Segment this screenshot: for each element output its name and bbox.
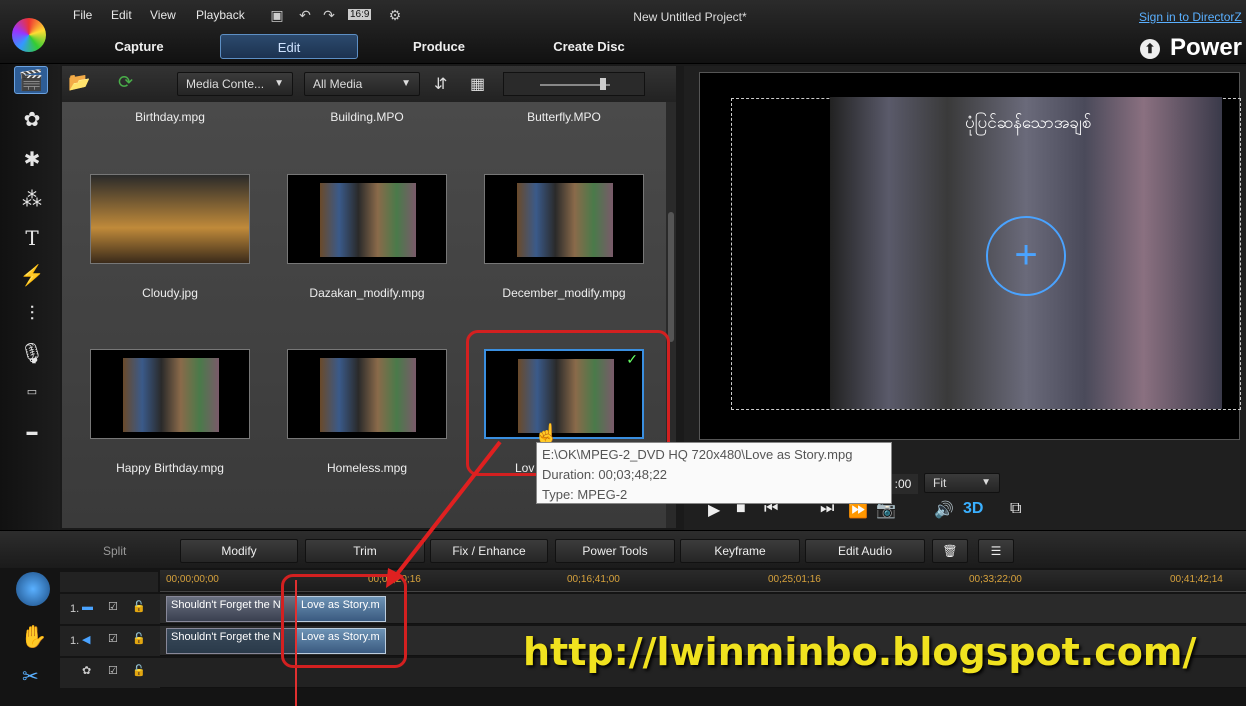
voice-over-icon[interactable]: 🎙 <box>18 340 46 368</box>
ruler-label: 00;00;00;00 <box>166 574 219 585</box>
save-icon[interactable]: ▣ <box>268 6 286 24</box>
media-caption: Cloudy.jpg <box>142 286 198 300</box>
undock-icon[interactable]: ⧉ <box>1010 500 1021 518</box>
timeline-mode-icon[interactable] <box>16 572 50 606</box>
lock-icon[interactable]: 🔓 <box>132 632 146 645</box>
media-thumbnail[interactable] <box>90 349 250 439</box>
window-title: New Untitled Project* <box>633 10 747 24</box>
grid-view-icon[interactable]: ▦ <box>470 74 485 94</box>
media-caption: Butterfly.MPO <box>527 110 601 124</box>
tooltip-duration: Duration: 00;03;48;22 <box>542 467 668 482</box>
redo-icon[interactable]: ↷ <box>320 6 338 24</box>
media-thumbnail[interactable] <box>287 349 447 439</box>
particle-room-icon[interactable]: ⁂ <box>18 186 46 214</box>
audio-track-header: 1. ◀ ☑ 🔓 <box>60 626 160 656</box>
transition-room-icon[interactable]: ⚡ <box>18 262 46 290</box>
crosshair-icon[interactable]: + <box>986 216 1066 296</box>
scissors-icon[interactable]: ✂ <box>22 664 39 689</box>
audio-track-icon: ◀ <box>82 634 91 646</box>
menu-view[interactable]: View <box>150 8 176 22</box>
media-filter-select[interactable]: All Media ▼ <box>304 72 420 96</box>
tab-capture[interactable]: Capture <box>70 34 208 59</box>
ruler-label: 00;33;22;00 <box>969 574 1022 585</box>
media-tooltip: E:\OK\MPEG-2_DVD HQ 720x480\Love as Stor… <box>536 442 892 504</box>
pip-room-icon[interactable]: ✱ <box>18 146 46 174</box>
menu-file[interactable]: File <box>73 8 92 22</box>
lock-icon[interactable]: 🔓 <box>132 664 146 677</box>
arrow-annotation <box>386 440 502 588</box>
ruler-label: 00;16;41;00 <box>567 574 620 585</box>
media-caption: December_modify.mpg <box>502 286 626 300</box>
sort-icon[interactable]: ⇵ <box>434 74 447 94</box>
modify-button[interactable]: Modify <box>180 539 298 563</box>
video-track-header: 1. ▬ ☑ 🔓 <box>60 594 160 624</box>
app-logo <box>12 18 46 52</box>
menu-edit[interactable]: Edit <box>111 8 132 22</box>
menu-playback[interactable]: Playback <box>196 8 245 22</box>
audio-mixing-icon[interactable]: ⫶ <box>18 300 46 328</box>
effect-track-header: ✿ ☑ 🔓 <box>60 658 160 688</box>
trash-icon[interactable]: 🗑 <box>932 539 968 563</box>
sign-in-link[interactable]: Sign in to DirectorZ <box>1139 10 1242 24</box>
media-caption: Birthday.mpg <box>135 110 205 124</box>
thumbnail-size-slider[interactable] <box>503 72 645 96</box>
media-caption: Building.MPO <box>330 110 404 124</box>
video-track-icon: ▬ <box>82 601 93 613</box>
aspect-ratio-button[interactable]: 16:9 <box>348 9 372 20</box>
track-enable-checkbox[interactable]: ☑ <box>108 664 118 677</box>
media-thumbnail[interactable] <box>287 174 447 264</box>
hand-icon[interactable]: ✋ <box>20 624 47 650</box>
split-button[interactable]: Split <box>103 544 126 558</box>
timecode-display: :00 <box>888 474 918 494</box>
tab-edit[interactable]: Edit <box>220 34 358 59</box>
audio-clip[interactable]: Shouldn't Forget the N <box>166 628 296 654</box>
list-icon[interactable]: ☰ <box>978 539 1014 563</box>
subtitle-room-icon[interactable]: ▬ <box>18 418 46 446</box>
edit-audio-button[interactable]: Edit Audio <box>805 539 925 563</box>
ruler-label: 00;25;01;16 <box>768 574 821 585</box>
refresh-icon[interactable]: ⟳ <box>118 72 133 93</box>
upgrade-icon[interactable]: ⬆ <box>1140 38 1160 59</box>
preview-title-text: ပုံပြင်ဆန်သောအချစ် <box>965 113 1092 132</box>
track-enable-checkbox[interactable]: ☑ <box>108 600 118 613</box>
volume-icon[interactable]: 🔊 <box>934 500 954 520</box>
undo-icon[interactable]: ↶ <box>296 6 314 24</box>
media-content-select[interactable]: Media Conte... ▼ <box>177 72 293 96</box>
gear-icon[interactable]: ⚙ <box>386 6 404 24</box>
effect-track-icon: ✿ <box>82 665 92 677</box>
tab-create-disc[interactable]: Create Disc <box>520 34 658 59</box>
power-tools-button[interactable]: Power Tools <box>555 539 675 563</box>
lock-icon[interactable]: 🔓 <box>132 600 146 613</box>
media-thumbnail[interactable] <box>90 174 250 264</box>
3d-icon[interactable]: 3D <box>963 500 983 518</box>
track-enable-checkbox[interactable]: ☑ <box>108 632 118 645</box>
media-room-icon[interactable]: 🎬 <box>14 66 48 94</box>
tab-produce[interactable]: Produce <box>370 34 508 59</box>
media-caption: Dazakan_modify.mpg <box>309 286 425 300</box>
watermark-url: http://lwinminbo.blogspot.com/ <box>523 630 1197 674</box>
ruler-label: 00;41;42;14 <box>1170 574 1223 585</box>
effect-room-icon[interactable]: ✿ <box>18 106 46 134</box>
brand-logo: ⬆ Power <box>1140 34 1242 62</box>
tooltip-type: Type: MPEG-2 <box>542 487 628 502</box>
timeline-clip[interactable]: Shouldn't Forget the N <box>166 596 296 622</box>
tooltip-path: E:\OK\MPEG-2_DVD HQ 720x480\Love as Stor… <box>542 447 853 462</box>
chapter-room-icon[interactable]: ▭ <box>18 378 46 406</box>
import-folder-icon[interactable]: 📂 <box>68 72 90 93</box>
track-view-controls[interactable] <box>60 572 158 592</box>
media-thumbnail[interactable] <box>484 174 644 264</box>
title-room-icon[interactable]: T <box>18 224 46 252</box>
zoom-select[interactable]: Fit ▼ <box>924 473 1000 493</box>
keyframe-button[interactable]: Keyframe <box>680 539 800 563</box>
media-caption: Happy Birthday.mpg <box>116 461 224 475</box>
